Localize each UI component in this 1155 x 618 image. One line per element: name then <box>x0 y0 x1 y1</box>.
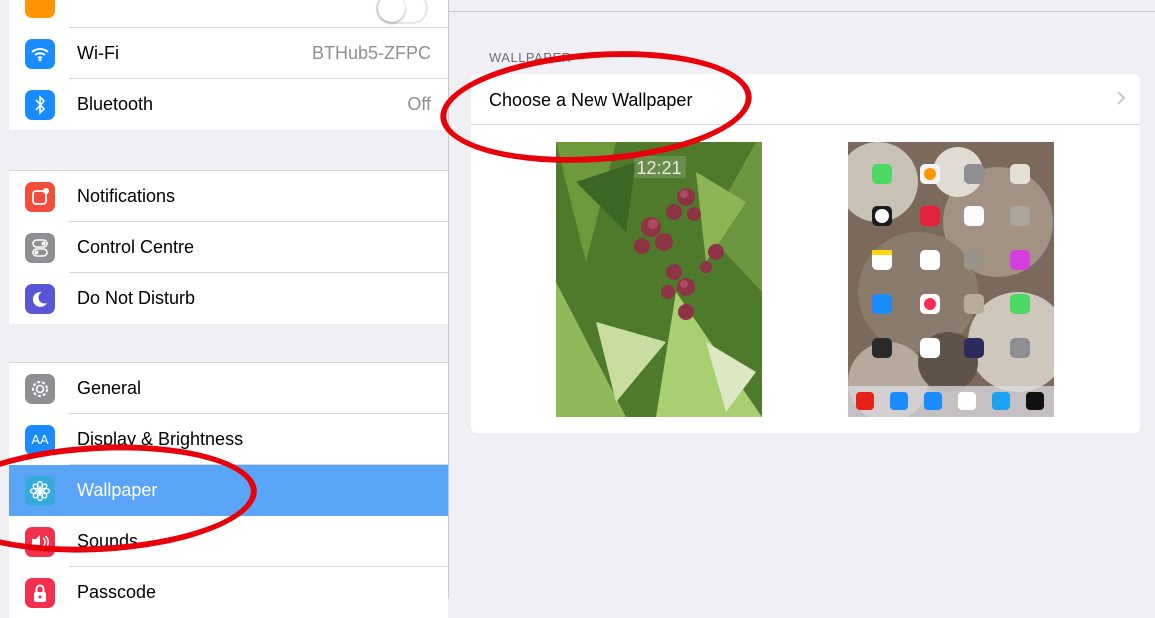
wallpaper-detail-pane: WALLPAPER Choose a New Wallpaper 12:21 <box>449 0 1155 599</box>
control-centre-icon <box>25 232 55 263</box>
group-connectivity: Wi-Fi BTHub5-ZFPC Bluetooth Off <box>9 0 448 130</box>
lock-screen-time: 12:21 <box>636 158 681 178</box>
sidebar-item-bluetooth[interactable]: Bluetooth Off <box>9 79 448 130</box>
sidebar-item-label: General <box>77 378 142 398</box>
gear-icon <box>25 373 55 404</box>
home-screen-wallpaper-preview[interactable] <box>848 142 1054 417</box>
airplane-toggle[interactable] <box>376 0 428 24</box>
sidebar-item-label: Wi-Fi <box>77 43 119 63</box>
sidebar-item-wifi[interactable]: Wi-Fi BTHub5-ZFPC <box>9 28 448 79</box>
sidebar-item-label: Wallpaper <box>77 480 158 500</box>
wallpaper-card: Choose a New Wallpaper 12:21 <box>471 74 1140 433</box>
wifi-icon <box>25 38 55 69</box>
sidebar-item-do-not-disturb[interactable]: Do Not Disturb <box>9 273 448 324</box>
bluetooth-icon <box>25 89 55 120</box>
lock-icon <box>25 577 55 608</box>
section-header: WALLPAPER <box>489 50 572 65</box>
wallpaper-flower-icon <box>25 475 55 506</box>
bluetooth-status-value: Off <box>407 94 431 114</box>
sidebar-item-label: Control Centre <box>77 237 195 257</box>
chevron-right-icon <box>1116 90 1126 111</box>
sidebar-item-display-brightness[interactable]: AA Display & Brightness <box>9 414 448 465</box>
speaker-icon <box>25 526 55 557</box>
sidebar-item-label: Bluetooth <box>77 94 154 114</box>
airplane-icon <box>25 0 55 18</box>
nav-bar-divider <box>449 11 1155 12</box>
group-notifications: Notifications Control Centre Do Not Dist… <box>9 170 448 324</box>
notifications-icon <box>25 181 55 212</box>
settings-sidebar: Wi-Fi BTHub5-ZFPC Bluetooth Off Notifica… <box>0 0 449 618</box>
wifi-network-value: BTHub5-ZFPC <box>311 43 431 63</box>
sidebar-item-label: Sounds <box>77 531 139 551</box>
sidebar-item-sounds[interactable]: Sounds <box>9 516 448 567</box>
sidebar-item-label: Do Not Disturb <box>77 288 196 308</box>
group-general: General AA Display & Brightness Wallpape… <box>9 362 448 618</box>
moon-icon <box>25 283 55 314</box>
display-brightness-icon-text: AA <box>31 432 49 447</box>
sidebar-item-general[interactable]: General <box>9 363 448 414</box>
sidebar-item-label: Passcode <box>77 582 157 602</box>
sidebar-item-wallpaper[interactable]: Wallpaper <box>9 465 448 516</box>
sidebar-item-control-centre[interactable]: Control Centre <box>9 222 448 273</box>
sidebar-item-label: Notifications <box>77 186 176 206</box>
display-brightness-icon: AA <box>25 424 55 455</box>
choose-new-wallpaper-row[interactable]: Choose a New Wallpaper <box>471 74 1140 125</box>
lock-screen-wallpaper-preview[interactable]: 12:21 <box>556 142 762 417</box>
sidebar-item-passcode[interactable]: Passcode <box>9 567 448 618</box>
sidebar-item-notifications[interactable]: Notifications <box>9 171 448 222</box>
sidebar-item-label: Display & Brightness <box>77 429 244 449</box>
sidebar-item-airplane-mode[interactable] <box>9 0 448 28</box>
choose-new-wallpaper-label: Choose a New Wallpaper <box>489 90 693 110</box>
